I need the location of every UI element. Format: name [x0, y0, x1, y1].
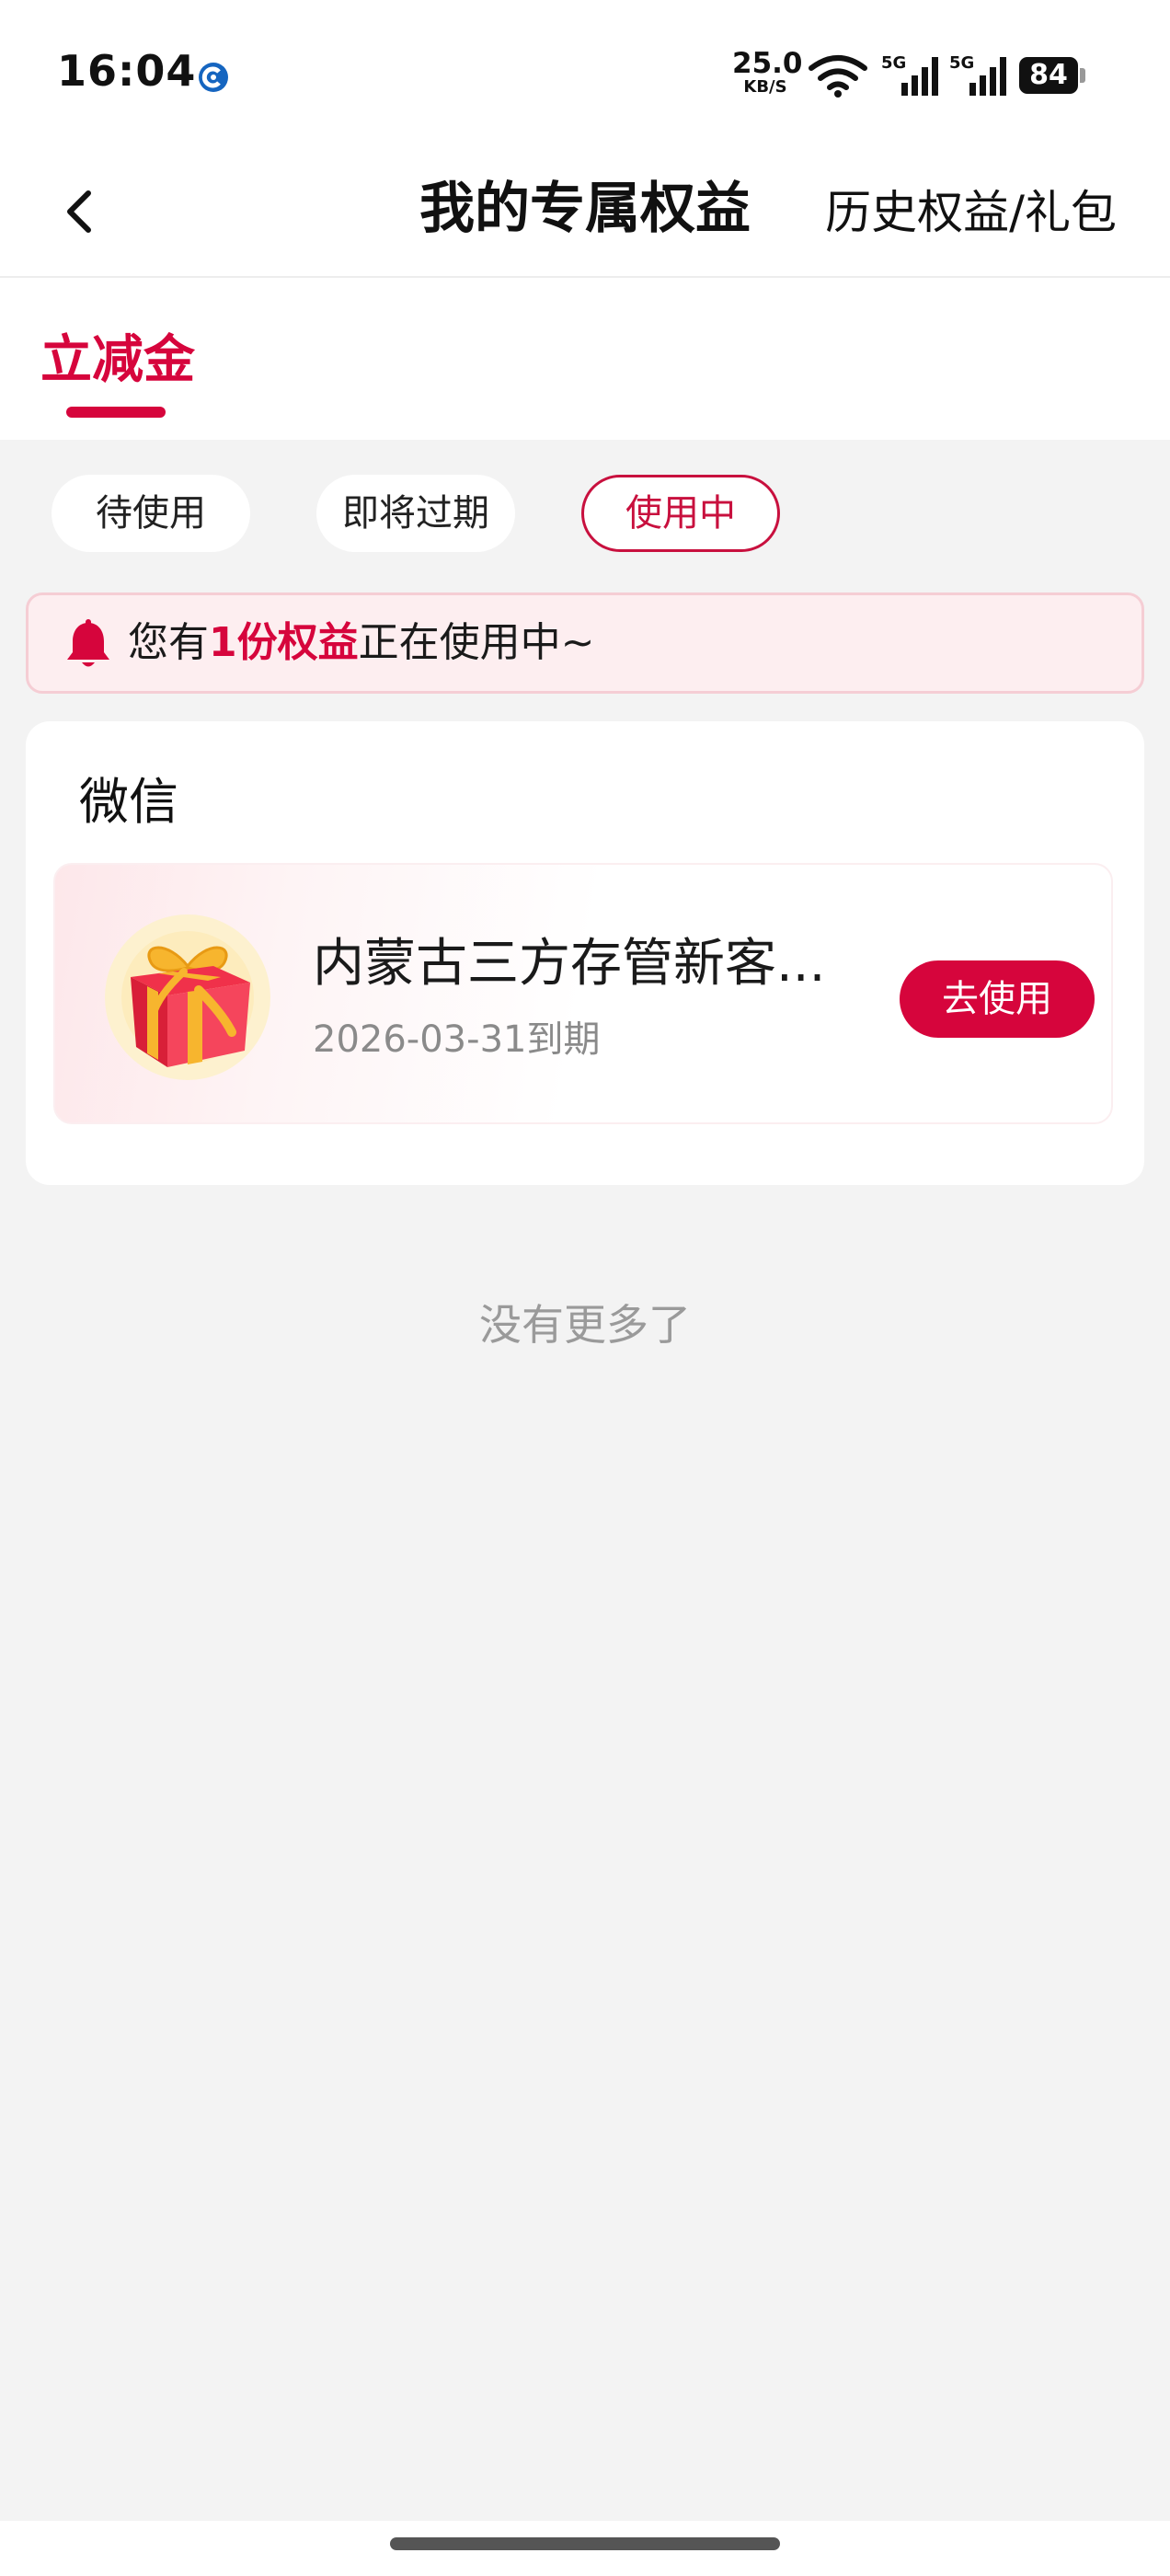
- nav-header: 我的专属权益 历史权益/礼包: [0, 147, 1170, 278]
- notice-text: 您有1份权益正在使用中~: [128, 595, 595, 691]
- status-bar: 16:04 25.0 KB/S 5G 5G 84: [0, 0, 1170, 147]
- battery-icon: 84: [1019, 57, 1085, 94]
- filter-pending[interactable]: 待使用: [52, 475, 250, 552]
- gift-box-icon: [105, 914, 270, 1080]
- status-time: 16:04: [57, 46, 197, 96]
- tab-active-indicator: [66, 407, 166, 418]
- tab-instant-discount[interactable]: 立减金: [40, 324, 195, 397]
- home-indicator[interactable]: [390, 2537, 780, 2550]
- filter-in-use[interactable]: 使用中: [581, 475, 780, 552]
- signal-5g-icon: 5G: [881, 53, 938, 96]
- no-more-text: 没有更多了: [479, 1300, 691, 1350]
- benefit-group-card: 微信 内蒙古三方存管新客... 2026-03-31到期 去使用: [26, 721, 1144, 1185]
- notice-prefix: 您有: [128, 619, 209, 666]
- filter-expiring-soon[interactable]: 即将过期: [316, 475, 515, 552]
- notice-suffix: 正在使用中~: [358, 619, 595, 666]
- coupon-expiry: 2026-03-31到期: [313, 1018, 601, 1061]
- wifi-icon: [809, 55, 867, 98]
- battery-level: 84: [1019, 57, 1078, 94]
- coupon-name: 内蒙古三方存管新客...: [313, 934, 826, 994]
- network-label-2: 5G: [949, 53, 974, 73]
- app-notification-icon: [199, 63, 228, 92]
- notice-banner: 您有1份权益正在使用中~: [26, 592, 1144, 694]
- coupon-item[interactable]: 内蒙古三方存管新客... 2026-03-31到期 去使用: [53, 863, 1113, 1124]
- back-button[interactable]: [52, 175, 107, 248]
- bell-icon: [67, 619, 109, 667]
- network-speed: 25.0 KB/S: [732, 47, 803, 97]
- network-label-1: 5G: [881, 53, 906, 73]
- group-title: 微信: [79, 773, 178, 831]
- signal-5g-icon: 5G: [949, 53, 1006, 96]
- use-button[interactable]: 去使用: [900, 960, 1095, 1038]
- history-benefits-link[interactable]: 历史权益/礼包: [825, 171, 1117, 254]
- tab-bar: 立减金: [0, 278, 1170, 440]
- chevron-left-icon: [67, 190, 91, 233]
- notice-highlight: 1份权益: [209, 619, 359, 666]
